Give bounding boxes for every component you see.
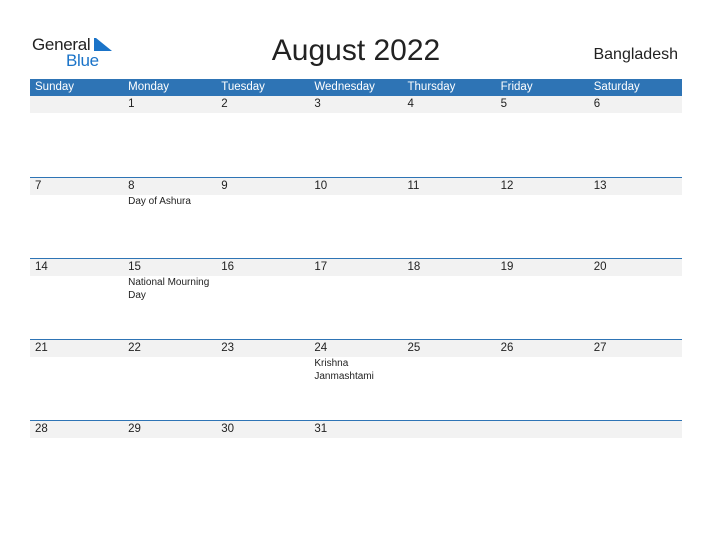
weekday-wednesday: Wednesday: [314, 81, 375, 93]
holiday-event: [403, 276, 496, 302]
week-row: 1 2 3 4 5 6: [30, 96, 682, 177]
weekday-header-row: Sunday Monday Tuesday Wednesday Thursday…: [30, 79, 682, 96]
day-number: 5: [500, 98, 508, 110]
day-number: 8: [128, 180, 135, 192]
day-number: 19: [500, 261, 514, 273]
event-row: Krishna Janmashtami: [30, 357, 682, 383]
weekday-friday: Friday: [500, 81, 533, 93]
weekday-thursday: Thursday: [407, 81, 456, 93]
holiday-event: [123, 357, 216, 383]
week-row: 7 8 9 10 11 12 13 Day of Ashura: [30, 177, 682, 258]
day-number: 28: [35, 423, 48, 435]
holiday-event: [216, 357, 309, 383]
holiday-event: [589, 357, 682, 383]
calendar-grid: Sunday Monday Tuesday Wednesday Thursday…: [30, 79, 682, 501]
weekday-saturday: Saturday: [593, 81, 640, 93]
holiday-event: [30, 276, 123, 302]
day-number: 9: [221, 180, 228, 192]
holiday-event: [403, 357, 496, 383]
holiday-event: Krishna Janmashtami: [314, 358, 374, 382]
holiday-event: [589, 276, 682, 302]
day-number: 10: [314, 180, 328, 192]
weeks-container: 1 2 3 4 5 6 7 8 9 10 11 12 13 Day of Ashura 14 15 16 17 18…: [30, 96, 682, 501]
weekday-sunday: Sunday: [35, 81, 75, 93]
day-number: [30, 96, 123, 113]
day-number: 29: [128, 423, 141, 435]
weekday-tuesday: Tuesday: [221, 81, 265, 93]
day-number: 20: [593, 261, 607, 273]
weekday-monday: Monday: [128, 81, 170, 93]
day-number: 22: [128, 342, 141, 354]
day-number: 25: [407, 342, 421, 354]
day-number-row: 1 2 3 4 5 6: [30, 96, 682, 113]
day-number: 13: [593, 180, 607, 192]
day-number: 14: [35, 261, 48, 273]
holiday-event: [403, 195, 496, 208]
day-number: 23: [221, 342, 235, 354]
holiday-event: [216, 276, 309, 302]
holiday-event: [309, 195, 402, 208]
week-row: 28 29 30 31: [30, 420, 682, 501]
day-number: 27: [593, 342, 607, 354]
day-number: 31: [314, 423, 328, 435]
event-row: National Mourning Day: [30, 276, 682, 302]
day-number: [496, 421, 589, 438]
day-number: 26: [500, 342, 514, 354]
day-number: 12: [500, 180, 514, 192]
day-number: [403, 421, 496, 438]
holiday-event: [496, 357, 589, 383]
day-number: 4: [407, 98, 414, 110]
holiday-event: [496, 276, 589, 302]
week-row: 21 22 23 24 25 26 27 Krishna Janmashtami: [30, 339, 682, 420]
day-number-row: 28 29 30 31: [30, 421, 682, 438]
day-number-row: 14 15 16 17 18 19 20: [30, 259, 682, 276]
holiday-event: National Mourning Day: [128, 277, 210, 301]
day-number: 21: [35, 342, 48, 354]
week-row: 14 15 16 17 18 19 20 National Mourning Day: [30, 258, 682, 339]
day-number: 24: [314, 342, 328, 354]
day-number: 30: [221, 423, 235, 435]
day-number: 3: [314, 98, 321, 110]
country-label: Bangladesh: [593, 46, 678, 63]
holiday-event: [589, 195, 682, 208]
holiday-event: Day of Ashura: [128, 196, 191, 207]
day-number: 16: [221, 261, 235, 273]
day-number: [589, 421, 682, 438]
day-number-row: 21 22 23 24 25 26 27: [30, 340, 682, 357]
day-number: 1: [128, 98, 135, 110]
event-row: Day of Ashura: [30, 195, 682, 208]
holiday-event: [30, 195, 123, 208]
holiday-event: [496, 195, 589, 208]
holiday-event: [30, 357, 123, 383]
holiday-event: [216, 195, 309, 208]
holiday-event: [309, 276, 402, 302]
day-number: 15: [128, 261, 141, 273]
day-number: 17: [314, 261, 328, 273]
day-number: 18: [407, 261, 421, 273]
day-number: 2: [221, 98, 228, 110]
day-number-row: 7 8 9 10 11 12 13: [30, 178, 682, 195]
day-number: 6: [593, 98, 601, 110]
day-number: 11: [407, 180, 420, 192]
day-number: 7: [35, 180, 42, 192]
